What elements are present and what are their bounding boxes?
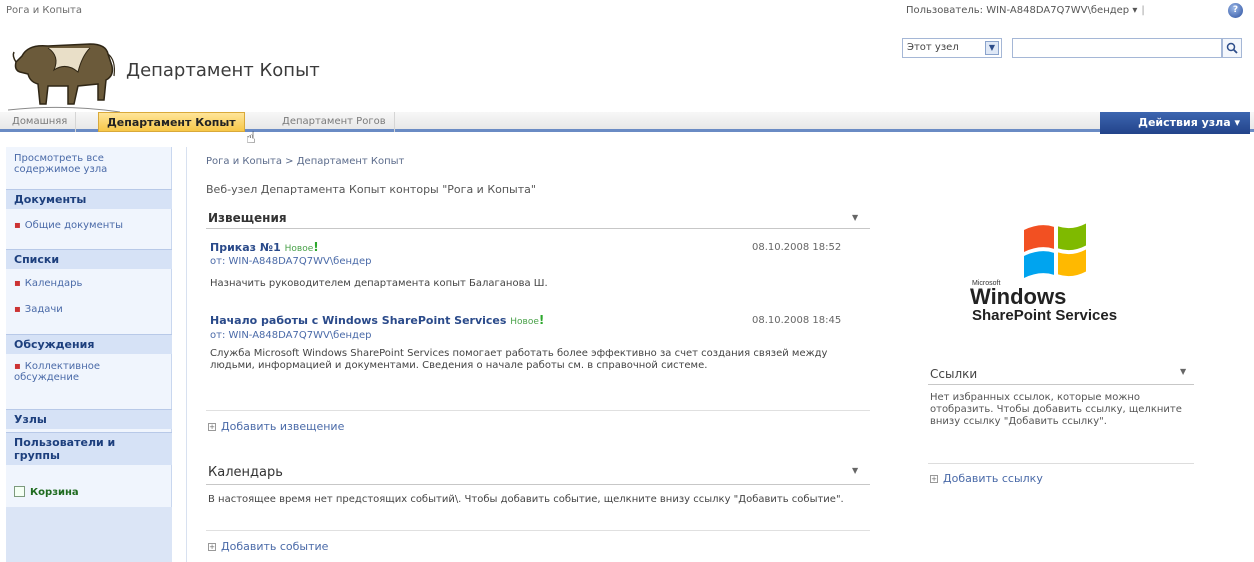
site-actions-button[interactable]: Действия узла ▾ [1100,112,1250,134]
links-title[interactable]: Ссылки [930,367,977,381]
plus-icon: + [208,543,216,551]
bullet-icon: ▪ [14,304,21,315]
sharepoint-label: SharePoint Services [972,307,1117,324]
new-badge: Новое! [284,240,319,254]
nav-head-sites[interactable]: Узлы [6,409,172,429]
site-description: Веб-узел Департамента Копыт конторы "Рог… [206,183,536,196]
announcement-title-text[interactable]: Приказ №1 [210,241,281,254]
new-badge-label: Новое [510,317,539,327]
nav-item-label: Общие документы [24,220,124,231]
nav-head-people-and-groups[interactable]: Пользователи и группы [6,432,172,465]
bullet-icon: ▪ [14,220,21,231]
add-announcement-link[interactable]: + Добавить извещение [208,420,344,433]
user-menu[interactable]: Пользователь: WIN-A848DA7Q7WV\бендер ▾ | [906,5,1149,16]
nav-item-team-discussion[interactable]: ▪ Коллективное обсуждение [6,358,172,386]
bullet-icon: ▪ [14,278,21,289]
tab-horn-department[interactable]: Департамент Рогов [274,112,395,132]
search-input[interactable] [1012,38,1222,58]
new-badge: Новое! [510,313,545,327]
divider [206,484,870,485]
divider [206,228,870,229]
search-scope-value: Этот узел [907,42,959,53]
nav-head-discussions[interactable]: Обсуждения [6,334,172,354]
announcement-date: 08.10.2008 18:45 [752,315,842,326]
separator: | [1141,5,1145,16]
help-icon[interactable]: ? [1228,3,1243,18]
view-all-content-link[interactable]: Просмотреть все содержимое узла [6,150,172,178]
tab-hoof-department[interactable]: Департамент Копыт [98,112,245,132]
hand-cursor-icon: ☝ [246,128,256,147]
announcement-title[interactable]: Приказ №1 Новое! [210,240,319,254]
announcements-title[interactable]: Извещения [208,211,287,225]
calendar-empty-text: В настоящее время нет предстоящих событи… [208,494,844,505]
tab-home[interactable]: Домашняя [4,112,77,132]
nav-item-shared-documents[interactable]: ▪ Общие документы [6,217,172,234]
nav-item-label: Календарь [24,278,83,289]
calendar-title[interactable]: Календарь [208,465,283,480]
nav-item-label: Задачи [24,304,63,315]
links-empty-text: Нет избранных ссылок, которые можно отоб… [930,392,1182,427]
webpart-menu-icon[interactable]: ▼ [852,213,858,222]
announcement-title[interactable]: Начало работы с Windows SharePoint Servi… [210,313,544,327]
search-button[interactable] [1222,38,1242,58]
recycle-bin-icon [14,486,25,497]
add-link-label[interactable]: Добавить ссылку [943,472,1043,485]
new-badge-label: Новое [284,244,314,254]
windows-label: Windows [970,284,1066,309]
divider [206,410,870,411]
nav-item-label: Коллективное обсуждение [14,361,101,383]
announcement-author[interactable]: от: WIN-A848DA7Q7WV\бендер [210,256,371,267]
announcement-body: Служба Microsoft Windows SharePoint Serv… [210,348,828,371]
cow-logo[interactable] [8,26,120,118]
add-announcement-label[interactable]: Добавить извещение [221,420,344,433]
nav-head-lists[interactable]: Списки [6,249,172,269]
add-link-link[interactable]: + Добавить ссылку [930,472,1043,485]
webpart-menu-icon[interactable]: ▼ [852,466,858,475]
page-title: Департамент Копыт [126,60,320,81]
nav-footer [6,507,172,562]
bullet-icon: ▪ [14,361,21,372]
plus-icon: + [208,423,216,431]
plus-icon: + [930,475,938,483]
announcement-title-text[interactable]: Начало работы с Windows SharePoint Servi… [210,314,506,327]
divider [928,463,1194,464]
breadcrumb[interactable]: Рога и Копыта > Департамент Копыт [206,156,404,167]
nav-item-calendar[interactable]: ▪ Календарь [6,275,172,292]
search-scope-select[interactable]: Этот узел ▼ [902,38,1002,58]
nav-head-documents[interactable]: Документы [6,189,172,209]
user-menu-label[interactable]: Пользователь: WIN-A848DA7Q7WV\бендер ▾ [906,5,1137,16]
search-icon [1226,42,1238,54]
announcement-body: Назначить руководителем департамента коп… [210,278,548,289]
add-event-label[interactable]: Добавить событие [221,540,328,553]
divider [206,530,870,531]
chevron-down-icon[interactable]: ▼ [985,41,999,55]
site-collection-link[interactable]: Рога и Копыта [6,5,82,16]
windows-sharepoint-logo: Microsoft Windows SharePoint Services [970,223,1117,324]
add-event-link[interactable]: + Добавить событие [208,540,328,553]
webpart-menu-icon[interactable]: ▼ [1180,367,1186,376]
nav-item-recycle-bin[interactable]: Корзина [6,483,172,501]
announcement-date: 08.10.2008 18:52 [752,242,842,253]
announcement-author[interactable]: от: WIN-A848DA7Q7WV\бендер [210,330,371,341]
divider [928,384,1194,385]
nav-item-label: Корзина [30,487,79,498]
nav-item-tasks[interactable]: ▪ Задачи [6,301,172,318]
